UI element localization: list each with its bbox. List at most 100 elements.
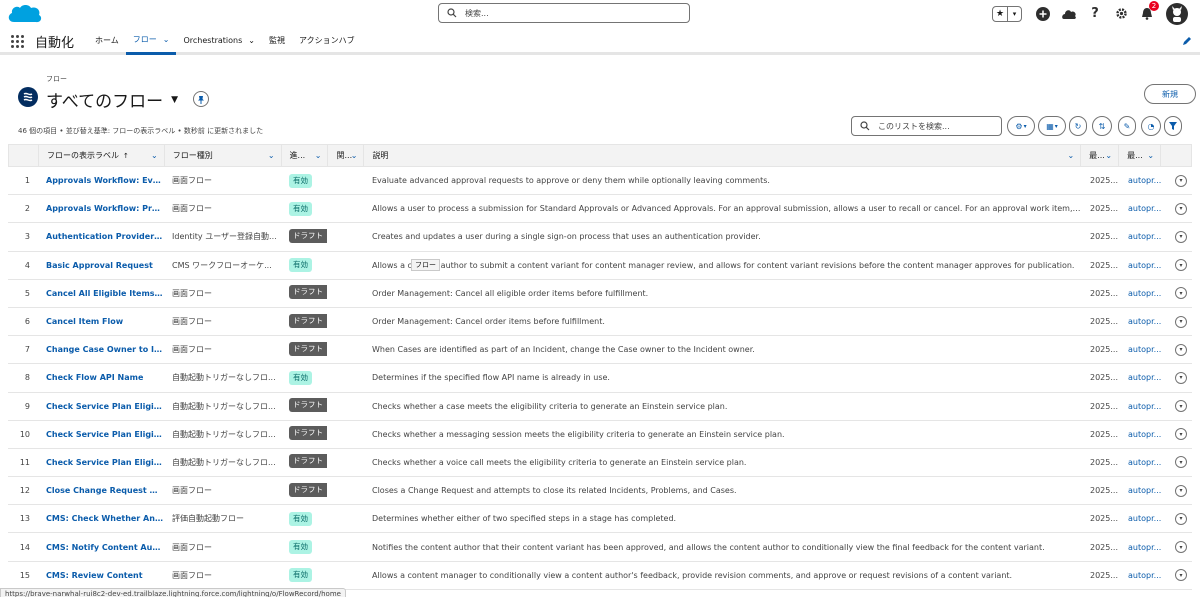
last-modified-user-link[interactable]: autopr...	[1120, 261, 1162, 270]
last-modified-user-link[interactable]: autopr...	[1120, 373, 1162, 382]
chevron-down-icon[interactable]: ⌄	[268, 151, 275, 160]
row-action-menu-button[interactable]: ▾	[1175, 287, 1187, 300]
notifications-bell-icon[interactable]: 2	[1139, 0, 1159, 22]
flow-label-link[interactable]: Cancel Item Flow	[38, 317, 164, 326]
list-settings-button[interactable]: ⚙ ▾	[1007, 116, 1035, 136]
edit-nav-pencil-icon[interactable]	[1182, 36, 1192, 46]
chevron-down-icon[interactable]: ⌄	[1067, 151, 1074, 160]
new-flow-button[interactable]: 新規	[1144, 84, 1196, 104]
last-modified-user-link[interactable]: autopr...	[1120, 543, 1162, 552]
flow-label-link[interactable]: Change Case Owner to Inci...	[38, 345, 164, 354]
flow-label-link[interactable]: Check Service Plan Eligibilit...	[38, 458, 164, 467]
global-search-input[interactable]: 検索...	[438, 3, 690, 23]
row-action-menu-button[interactable]: ▾	[1175, 202, 1187, 215]
list-view-selector[interactable]: すべてのフロー ▼	[46, 87, 178, 112]
flow-label-link[interactable]: CMS: Check Whether Any S...	[38, 514, 164, 523]
app-launcher-icon[interactable]	[11, 35, 24, 48]
flow-label-link[interactable]: Approvals Workflow: Proces...	[38, 204, 164, 213]
user-avatar[interactable]	[1166, 2, 1188, 25]
search-icon	[860, 121, 870, 131]
row-action-menu-button[interactable]: ▾	[1175, 484, 1187, 497]
salesforce-logo[interactable]	[6, 2, 44, 26]
chevron-down-icon[interactable]: ⌄	[315, 151, 322, 160]
nav-tab-1[interactable]: フロー ⌄	[125, 27, 177, 55]
nav-tab-2[interactable]: Orchestrations ⌄	[176, 27, 262, 55]
row-action-menu-button[interactable]: ▾	[1175, 428, 1187, 441]
column-header-related[interactable]: 関... ⌄	[328, 144, 365, 167]
flow-type: 自動起動トリガーなしフロ...	[172, 457, 276, 467]
column-header-type[interactable]: フロー種別 ⌄	[165, 144, 282, 167]
last-modified-user-link[interactable]: autopr...	[1120, 458, 1162, 467]
status-badge: ドラフト	[289, 454, 327, 469]
help-icon[interactable]: ?	[1087, 6, 1103, 22]
last-modified-user-link[interactable]: autopr...	[1120, 514, 1162, 523]
inline-edit-sort-button[interactable]: ⇅	[1092, 116, 1112, 136]
add-icon[interactable]	[1035, 6, 1051, 22]
flow-object-icon	[18, 87, 38, 107]
favorites-group[interactable]: ★ ▾	[992, 5, 1022, 22]
flow-label-link[interactable]: CMS: Review Content	[38, 571, 164, 580]
row-action-menu-button[interactable]: ▾	[1175, 230, 1187, 243]
column-header-date[interactable]: 最... ⌄	[1081, 144, 1120, 167]
column-header-status[interactable]: 進... ⌄	[282, 144, 329, 167]
chevron-down-icon[interactable]: ▾	[1007, 6, 1021, 21]
row-action-menu-button[interactable]: ▾	[1175, 259, 1187, 272]
flow-label-link[interactable]: Check Service Plan Eligibility	[38, 402, 164, 411]
flow-description: Checks whether a case meets the eligibil…	[372, 401, 728, 411]
chevron-down-icon[interactable]: ⌄	[248, 28, 255, 54]
row-number: 3	[24, 232, 30, 242]
gear-icon[interactable]	[1113, 6, 1129, 22]
chevron-down-icon[interactable]: ⌄	[1105, 151, 1112, 160]
row-action-menu-button[interactable]: ▾	[1175, 456, 1187, 469]
filter-button[interactable]	[1164, 116, 1182, 136]
refresh-button[interactable]: ↻	[1069, 116, 1087, 136]
last-modified-user-link[interactable]: autopr...	[1120, 345, 1162, 354]
row-action-menu-button[interactable]: ▾	[1175, 541, 1187, 554]
flow-label-link[interactable]: CMS: Notify Content Author	[38, 543, 164, 552]
flow-label-link[interactable]: Approvals Workflow: Evalua...	[38, 176, 164, 185]
flow-type: 自動起動トリガーなしフロ...	[172, 401, 276, 411]
last-modified-user-link[interactable]: autopr...	[1120, 486, 1162, 495]
last-modified-user-link[interactable]: autopr...	[1120, 232, 1162, 241]
chevron-down-icon[interactable]: ⌄	[351, 151, 358, 160]
row-action-menu-button[interactable]: ▾	[1175, 371, 1187, 384]
flow-label-link[interactable]: Authentication Provider Use...	[38, 232, 164, 241]
table-row: 5 Cancel All Eligible Items Flow 画面フロー ドラフト…	[8, 280, 1192, 308]
last-modified-user-link[interactable]: autopr...	[1120, 317, 1162, 326]
row-action-menu-button[interactable]: ▾	[1175, 343, 1187, 356]
row-action-menu-button[interactable]: ▾	[1175, 174, 1187, 187]
edit-list-button[interactable]: ✎	[1118, 116, 1136, 136]
pin-list-view-button[interactable]	[193, 91, 209, 107]
column-header-label[interactable]: フローの表示ラベル ↑ ⌄	[39, 144, 165, 167]
flow-label-link[interactable]: Check Flow API Name	[38, 373, 164, 382]
row-action-menu-button[interactable]: ▾	[1175, 512, 1187, 525]
nav-tab-3[interactable]: 監視	[262, 27, 292, 55]
row-action-menu-button[interactable]: ▾	[1175, 569, 1187, 582]
column-header-user[interactable]: 最... ⌄	[1119, 144, 1162, 167]
last-modified-user-link[interactable]: autopr...	[1120, 402, 1162, 411]
last-modified-user-link[interactable]: autopr...	[1120, 430, 1162, 439]
flow-label-link[interactable]: Check Service Plan Eligibilit...	[38, 430, 164, 439]
chevron-down-icon[interactable]: ⌄	[151, 151, 158, 160]
row-action-menu-button[interactable]: ▾	[1175, 315, 1187, 328]
last-modified-user-link[interactable]: autopr...	[1120, 204, 1162, 213]
flow-label-link[interactable]: Cancel All Eligible Items Flow	[38, 289, 164, 298]
nav-tab-4[interactable]: アクションハブ	[292, 27, 362, 55]
caret-down-icon[interactable]: ▼	[171, 95, 178, 105]
charts-button[interactable]: ◔	[1141, 116, 1161, 136]
flow-label-link[interactable]: Basic Approval Request	[38, 261, 164, 270]
list-search-input[interactable]: このリストを検索...	[851, 116, 1002, 136]
star-icon[interactable]: ★	[993, 7, 1007, 21]
row-action-menu-button[interactable]: ▾	[1175, 400, 1187, 413]
last-modified-user-link[interactable]: autopr...	[1120, 571, 1162, 580]
flow-label-link[interactable]: Close Change Request & Re...	[38, 486, 164, 495]
last-modified-user-link[interactable]: autopr...	[1120, 289, 1162, 298]
nav-tab-0[interactable]: ホーム	[88, 27, 126, 55]
chevron-down-icon[interactable]: ⌄	[163, 27, 170, 53]
last-modified-user-link[interactable]: autopr...	[1120, 176, 1162, 185]
status-cell: 有効	[281, 511, 328, 526]
column-header-description[interactable]: 説明 ⌄	[364, 144, 1082, 167]
trailhead-icon[interactable]	[1061, 6, 1077, 22]
chevron-down-icon[interactable]: ⌄	[1147, 151, 1154, 160]
display-as-table-button[interactable]: ▦ ▾	[1038, 116, 1066, 136]
